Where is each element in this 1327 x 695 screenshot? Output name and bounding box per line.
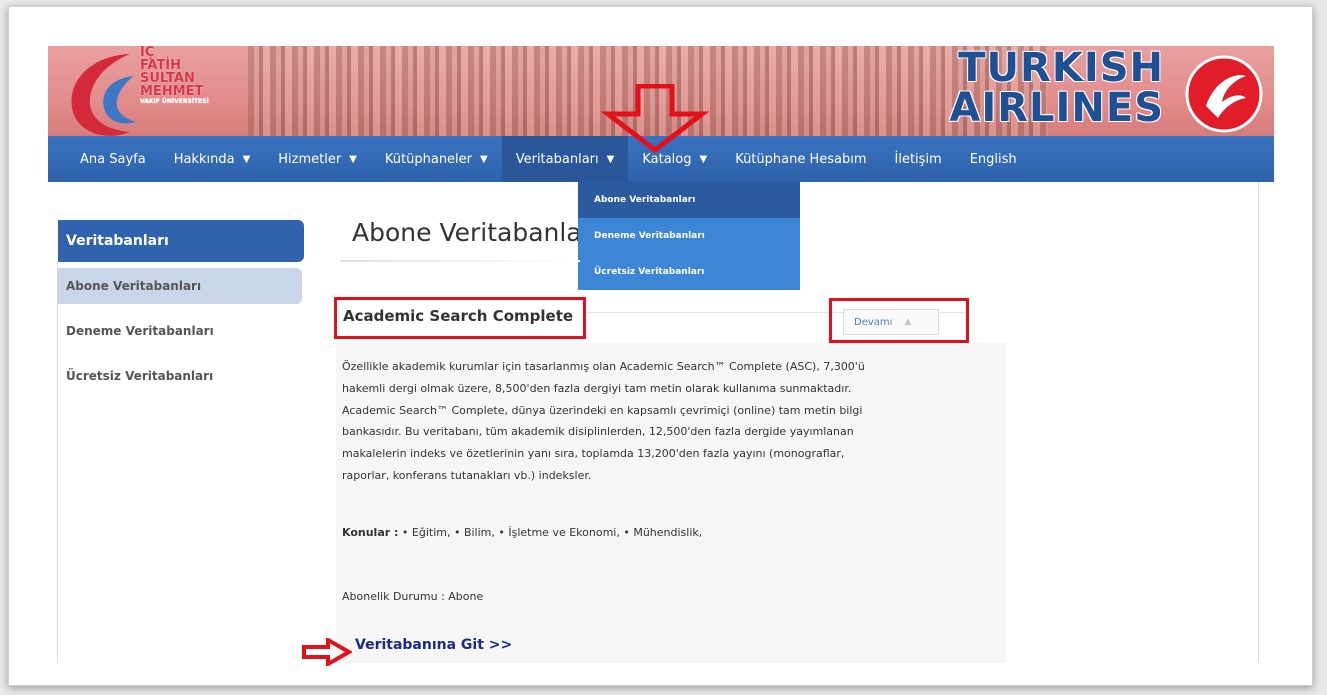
nav-item-contact[interactable]: İletişim bbox=[881, 136, 956, 182]
sidebar-item-trial[interactable]: Deneme Veritabanları bbox=[58, 313, 302, 349]
description-line: Academic Search™ Complete, dünya üzerind… bbox=[342, 403, 863, 417]
nav-item-home[interactable]: Ana Sayfa bbox=[66, 136, 160, 182]
turkish-airlines-logo-icon bbox=[1185, 55, 1263, 133]
description-line: bankasıdır. Bu veritabanı, tüm akademik … bbox=[342, 425, 854, 439]
dropdown-item-subscribed[interactable]: Abone Veritabanları bbox=[578, 182, 800, 218]
nav-label: Veritabanları bbox=[515, 151, 599, 167]
dropdown-item-free[interactable]: Ücretsiz Veritabanları bbox=[578, 254, 800, 290]
description-line: Özellikle akademik kurumlar için tasarla… bbox=[342, 360, 865, 373]
sidebar-item-free[interactable]: Ücretsiz Veritabanları bbox=[58, 358, 302, 394]
nav-label: İletişim bbox=[894, 151, 942, 167]
chevron-down-icon: ▼ bbox=[699, 153, 708, 165]
annotation-box-more bbox=[829, 298, 969, 343]
nav-item-english[interactable]: English bbox=[956, 136, 1031, 182]
title-underline bbox=[340, 260, 580, 262]
nav-label: Kütüphaneler bbox=[384, 151, 473, 167]
nav-label: English bbox=[969, 151, 1017, 167]
airline-wordmark: TURKISH AIRLINES bbox=[949, 48, 1164, 128]
nav-label: Kütüphane Hesabım bbox=[735, 151, 867, 167]
subscription-status: Abonelik Durumu : Abone bbox=[342, 590, 484, 603]
nav-item-libraries[interactable]: Kütüphaneler ▼ bbox=[371, 136, 502, 182]
annotation-arrow-right-icon bbox=[302, 638, 352, 666]
nav-item-services[interactable]: Hizmetler ▼ bbox=[264, 136, 371, 182]
nav-item-my-account[interactable]: Kütüphane Hesabım bbox=[721, 136, 880, 182]
logo-line-4: MEHMET bbox=[140, 84, 204, 99]
university-logo-icon[interactable] bbox=[60, 46, 146, 138]
airline-line-2: AIRLINES bbox=[949, 85, 1164, 131]
airline-line-1: TURKISH bbox=[958, 46, 1164, 91]
page-title: Abone Veritabanları bbox=[352, 218, 578, 247]
topics-line: Konular : • Eğitim, • Bilim, • İşletme v… bbox=[342, 526, 702, 539]
chevron-down-icon: ▼ bbox=[606, 153, 615, 165]
chevron-down-icon: ▼ bbox=[349, 153, 357, 165]
description-line: makalelerin indeks ve özetlerinin yanı s… bbox=[342, 447, 845, 461]
databases-dropdown: Abone Veritabanları Deneme Veritabanları… bbox=[578, 182, 800, 290]
description-line: raporlar, konferans tutanakları vb.) ind… bbox=[342, 468, 592, 482]
go-to-database-link[interactable]: Veritabanına Git >> bbox=[355, 637, 512, 653]
description-line: hakemli dergi olmak üzere, 8,500'den faz… bbox=[342, 381, 852, 395]
nav-label: Hakkında bbox=[173, 151, 235, 167]
chevron-down-icon: ▼ bbox=[242, 153, 251, 165]
annotation-box-title bbox=[334, 297, 586, 339]
topics-label: Konular : bbox=[342, 526, 399, 539]
university-name: İÇ FATİH SULTAN MEHMET VAKIF ÜNİVERSİTES… bbox=[140, 46, 209, 106]
nav-label: Hizmetler bbox=[278, 151, 342, 167]
database-description: Özellikle akademik kurumlar için tasarla… bbox=[342, 356, 992, 487]
chevron-down-icon: ▼ bbox=[480, 153, 488, 165]
screen: İÇ FATİH SULTAN MEHMET VAKIF ÜNİVERSİTES… bbox=[0, 0, 1327, 695]
content-right-divider bbox=[1258, 182, 1259, 662]
annotation-arrow-down-icon bbox=[600, 84, 710, 154]
logo-subtitle: VAKIF ÜNİVERSİTESİ bbox=[140, 98, 209, 105]
sidebar-item-subscribed[interactable]: Abone Veritabanları bbox=[58, 268, 302, 304]
dropdown-item-trial[interactable]: Deneme Veritabanları bbox=[578, 218, 800, 254]
nav-item-about[interactable]: Hakkında ▼ bbox=[160, 136, 265, 182]
nav-label: Ana Sayfa bbox=[80, 151, 146, 167]
sidebar-title: Veritabanları bbox=[58, 220, 304, 262]
topics-value: • Eğitim, • Bilim, • İşletme ve Ekonomi,… bbox=[398, 526, 703, 539]
